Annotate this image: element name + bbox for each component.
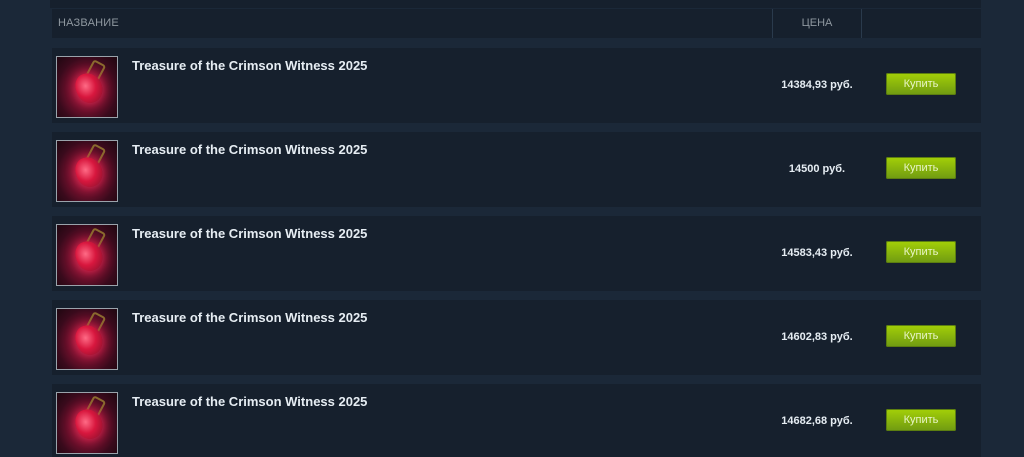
- top-divider: [50, 0, 981, 8]
- item-price: 14602,83 руб.: [781, 331, 853, 343]
- item-name-link[interactable]: Treasure of the Crimson Witness 2025: [132, 58, 367, 73]
- buy-button[interactable]: Купить: [886, 409, 956, 431]
- item-thumbnail[interactable]: [56, 224, 118, 286]
- column-divider: [861, 9, 862, 38]
- buy-button[interactable]: Купить: [886, 241, 956, 263]
- item-name-link[interactable]: Treasure of the Crimson Witness 2025: [132, 226, 367, 241]
- column-header-name: НАЗВАНИЕ: [58, 17, 119, 29]
- item-thumbnail[interactable]: [56, 308, 118, 370]
- column-header-price: ЦЕНА: [801, 17, 833, 29]
- buy-button[interactable]: Купить: [886, 325, 956, 347]
- table-row[interactable]: Treasure of the Crimson Witness 2025 143…: [52, 48, 981, 123]
- item-thumbnail[interactable]: [56, 56, 118, 118]
- item-price: 14384,93 руб.: [781, 79, 853, 91]
- item-name-link[interactable]: Treasure of the Crimson Witness 2025: [132, 142, 367, 157]
- item-thumbnail[interactable]: [56, 392, 118, 454]
- item-price: 14500 руб.: [788, 163, 846, 175]
- item-name-link[interactable]: Treasure of the Crimson Witness 2025: [132, 394, 367, 409]
- item-thumbnail[interactable]: [56, 140, 118, 202]
- item-price: 14583,43 руб.: [781, 247, 853, 259]
- table-row[interactable]: Treasure of the Crimson Witness 2025 145…: [52, 132, 981, 207]
- table-row[interactable]: Treasure of the Crimson Witness 2025 146…: [52, 300, 981, 375]
- market-listings-page: НАЗВАНИЕ ЦЕНА Treasure of the Crimson Wi…: [0, 0, 1024, 457]
- table-row[interactable]: Treasure of the Crimson Witness 2025 145…: [52, 216, 981, 291]
- item-name-link[interactable]: Treasure of the Crimson Witness 2025: [132, 310, 367, 325]
- listing-rows: Treasure of the Crimson Witness 2025 143…: [52, 48, 981, 457]
- table-header: НАЗВАНИЕ ЦЕНА: [52, 9, 981, 38]
- buy-button[interactable]: Купить: [886, 73, 956, 95]
- buy-button[interactable]: Купить: [886, 157, 956, 179]
- item-price: 14682,68 руб.: [781, 415, 853, 427]
- table-row[interactable]: Treasure of the Crimson Witness 2025 146…: [52, 384, 981, 457]
